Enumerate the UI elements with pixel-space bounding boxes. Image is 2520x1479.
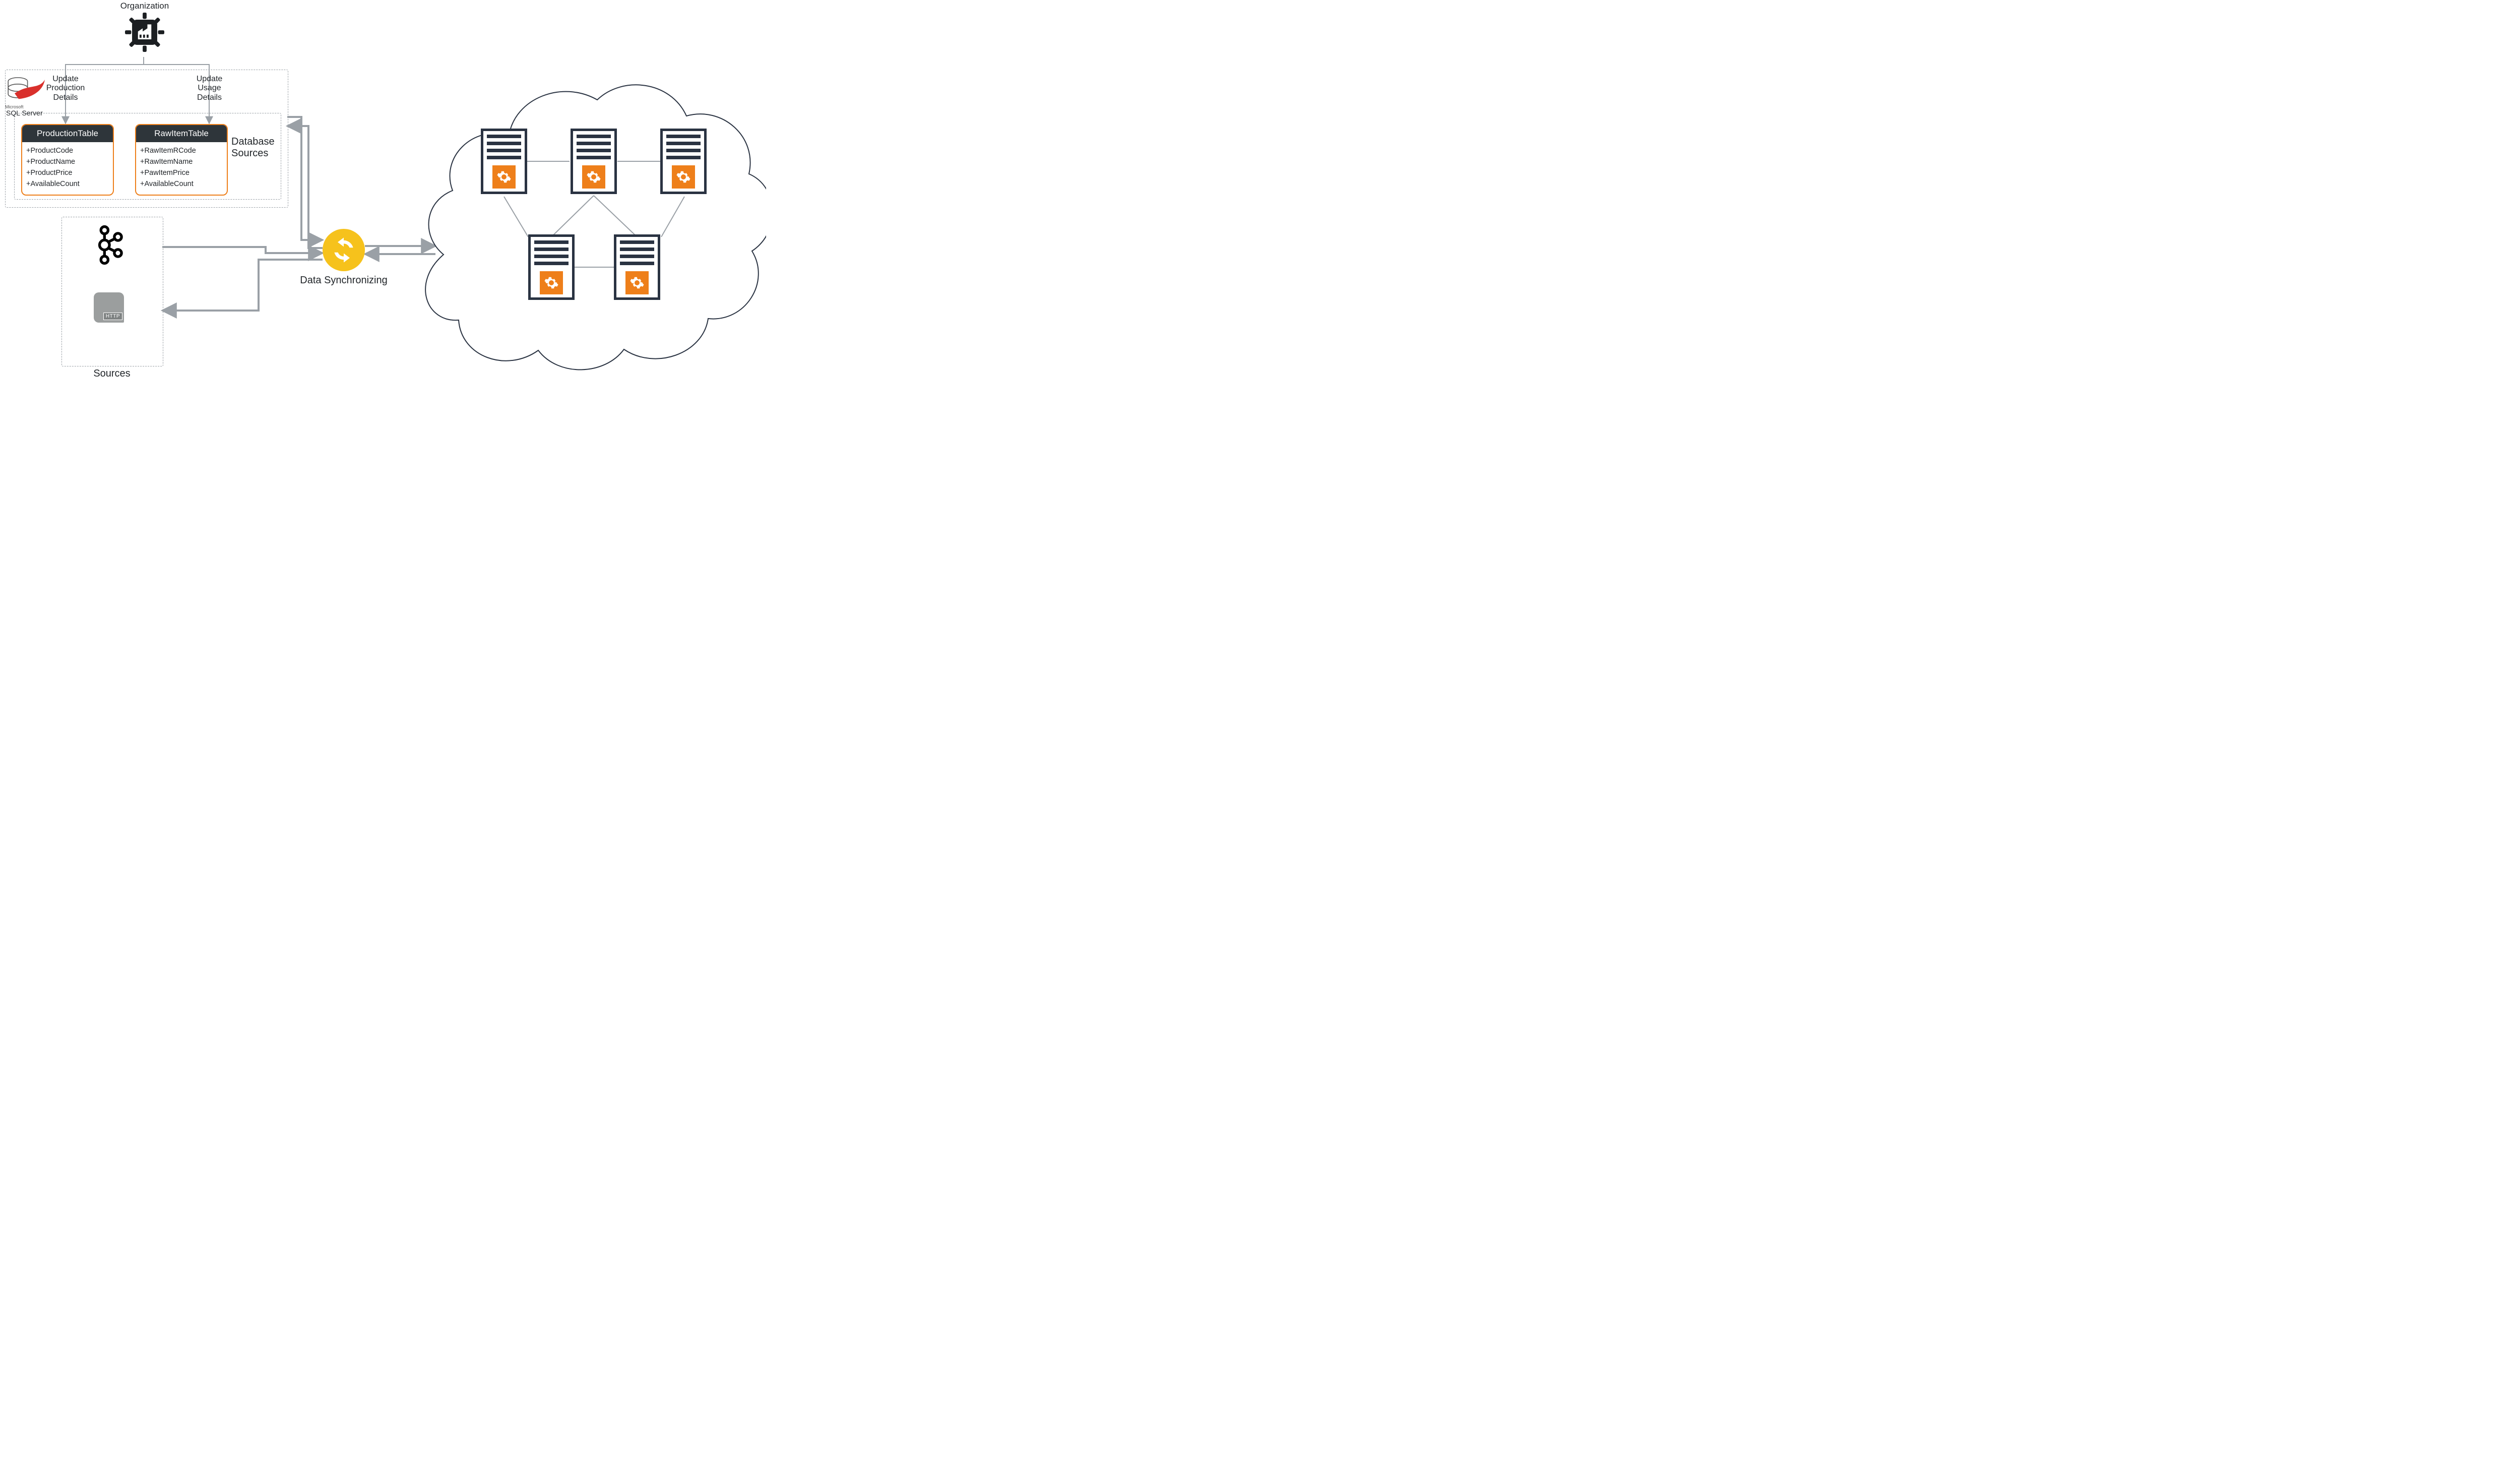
organization-chip-icon xyxy=(125,13,164,52)
kafka-icon xyxy=(96,225,124,265)
production-table-title: ProductionTable xyxy=(22,125,113,142)
production-field: +AvailableCount xyxy=(26,178,109,190)
update-production-label: Update Production Details xyxy=(40,75,91,102)
server-node-icon xyxy=(614,234,660,300)
production-field: +ProductCode xyxy=(26,145,109,156)
database-sources-label: Database Sources xyxy=(231,136,282,159)
rawitem-field: +AvailableCount xyxy=(140,178,223,190)
rawitem-field: +RawItemRCode xyxy=(140,145,223,156)
sync-label: Data Synchronizing xyxy=(293,275,394,286)
update-usage-label: Update Usage Details xyxy=(185,75,233,102)
rawitem-field: +RawItemName xyxy=(140,156,223,167)
rawitem-table-title: RawItemTable xyxy=(136,125,227,142)
production-table-card: ProductionTable +ProductCode +ProductNam… xyxy=(21,124,114,196)
production-field: +ProductPrice xyxy=(26,167,109,178)
server-node-icon xyxy=(481,129,527,194)
server-node-icon xyxy=(660,129,707,194)
other-sources-label: Sources xyxy=(82,368,142,380)
rawitem-table-card: RawItemTable +RawItemRCode +RawItemName … xyxy=(135,124,228,196)
server-node-icon xyxy=(528,234,575,300)
rawitem-field: +PawItemPrice xyxy=(140,167,223,178)
server-node-icon xyxy=(571,129,617,194)
organization-label: Organization xyxy=(119,1,170,11)
sql-server-label: SQL Server xyxy=(6,109,43,117)
sync-icon xyxy=(323,229,365,271)
production-field: +ProductName xyxy=(26,156,109,167)
http-icon xyxy=(94,292,124,323)
diagram-root: Organization xyxy=(0,0,766,398)
